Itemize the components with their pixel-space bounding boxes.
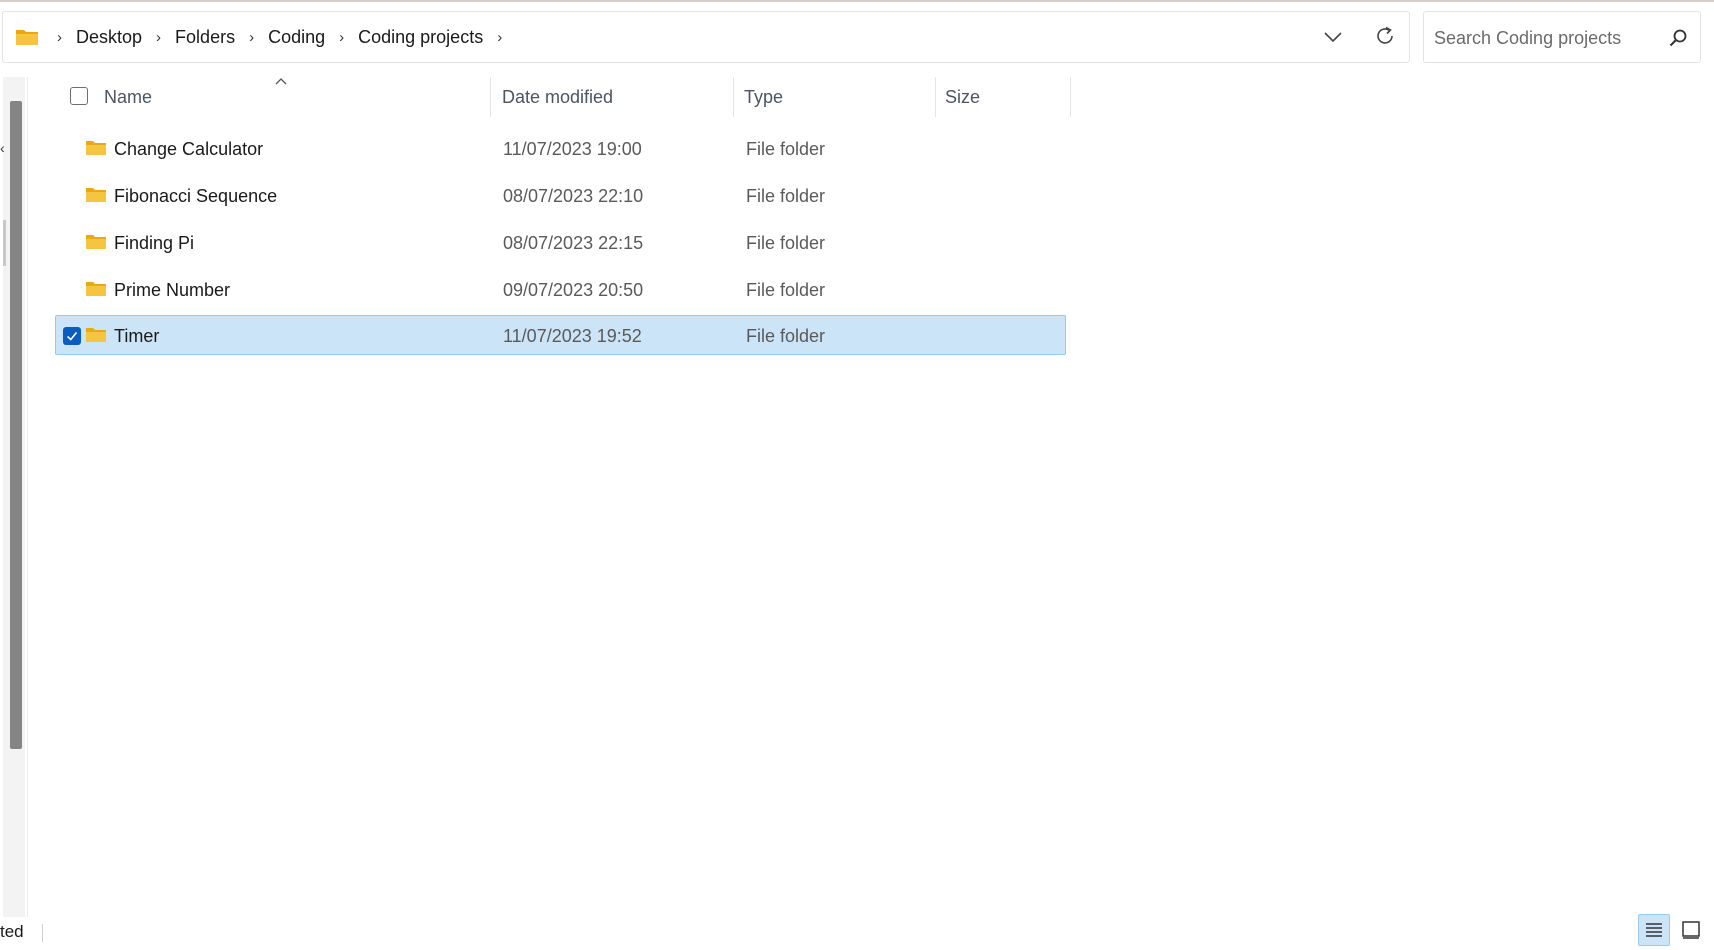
column-divider[interactable] — [1070, 77, 1071, 117]
file-date-modified: 08/07/2023 22:10 — [503, 186, 644, 206]
select-all-checkbox[interactable] — [70, 87, 88, 105]
column-divider[interactable] — [935, 77, 936, 117]
search-box[interactable] — [1423, 11, 1701, 63]
navigation-chevron-icon: ‹ — [0, 140, 5, 156]
refresh-icon[interactable] — [1373, 24, 1397, 48]
chevron-down-icon[interactable] — [1321, 25, 1345, 49]
address-bar[interactable]: › Desktop › Folders › Coding › Coding pr… — [2, 11, 1410, 63]
details-view-icon[interactable] — [1638, 914, 1670, 946]
sort-ascending-icon — [274, 73, 288, 85]
folder-icon — [85, 186, 107, 204]
folder-icon — [85, 280, 107, 298]
row-checkbox-checked[interactable] — [63, 327, 81, 345]
file-row[interactable]: Change Calculator 11/07/2023 19:00 File … — [55, 128, 1066, 168]
pane-divider[interactable] — [27, 77, 28, 917]
breadcrumb-item-coding[interactable]: Coding — [268, 27, 325, 48]
file-name[interactable]: Timer — [114, 326, 159, 347]
file-name[interactable]: Fibonacci Sequence — [114, 186, 277, 207]
navigation-scrollbar[interactable] — [10, 101, 22, 749]
file-type: File folder — [746, 326, 826, 346]
status-divider — [42, 924, 43, 942]
column-header-type[interactable]: Type — [744, 87, 783, 108]
status-selection-text: ted — [0, 922, 24, 941]
file-date-modified: 11/07/2023 19:00 — [503, 139, 642, 159]
folder-icon — [85, 233, 107, 251]
column-header-date-modified[interactable]: Date modified — [502, 87, 613, 108]
column-divider[interactable] — [733, 77, 734, 117]
file-date-modified: 11/07/2023 19:52 — [503, 326, 642, 346]
breadcrumb-chevron-icon[interactable]: › — [57, 30, 62, 45]
breadcrumb-chevron-icon[interactable]: › — [249, 30, 254, 45]
search-input[interactable] — [1434, 25, 1654, 51]
file-row[interactable]: Fibonacci Sequence 08/07/2023 22:10 File… — [55, 175, 1066, 215]
file-type: File folder — [746, 186, 826, 206]
column-header-name[interactable]: Name — [104, 87, 152, 108]
column-header-size[interactable]: Size — [945, 87, 980, 108]
file-type: File folder — [746, 280, 826, 300]
file-date-modified: 08/07/2023 22:15 — [503, 233, 644, 253]
large-icons-view-icon[interactable] — [1677, 916, 1705, 944]
file-row-selected[interactable]: Timer 11/07/2023 19:52 File folder — [55, 315, 1066, 355]
file-type: File folder — [746, 139, 826, 159]
folder-icon — [15, 27, 39, 47]
file-row[interactable]: Prime Number 09/07/2023 20:50 File folde… — [55, 269, 1066, 309]
breadcrumb-item-coding-projects[interactable]: Coding projects — [358, 27, 483, 48]
file-name[interactable]: Change Calculator — [114, 139, 263, 160]
window-top-edge — [0, 0, 1714, 2]
file-date-modified: 09/07/2023 20:50 — [503, 280, 644, 300]
navigation-pane-marker — [3, 220, 6, 266]
breadcrumb-chevron-icon[interactable]: › — [339, 30, 344, 45]
breadcrumb: › Desktop › Folders › Coding › Coding pr… — [43, 27, 516, 48]
breadcrumb-chevron-icon[interactable]: › — [156, 30, 161, 45]
file-name[interactable]: Finding Pi — [114, 233, 194, 254]
breadcrumb-chevron-icon[interactable]: › — [497, 30, 502, 45]
file-name[interactable]: Prime Number — [114, 280, 230, 301]
file-type: File folder — [746, 233, 826, 253]
search-icon[interactable] — [1667, 27, 1689, 49]
breadcrumb-item-desktop[interactable]: Desktop — [76, 27, 142, 48]
file-row[interactable]: Finding Pi 08/07/2023 22:15 File folder — [55, 222, 1066, 262]
folder-icon — [85, 139, 107, 157]
folder-icon — [85, 326, 107, 344]
column-divider[interactable] — [490, 77, 491, 117]
breadcrumb-item-folders[interactable]: Folders — [175, 27, 235, 48]
